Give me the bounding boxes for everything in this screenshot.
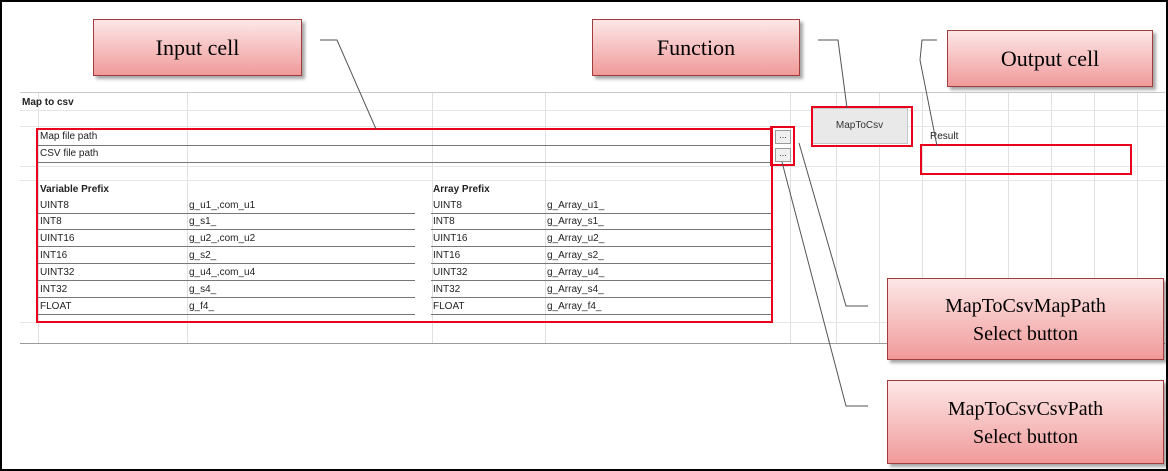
callout-input-cell: Input cell: [93, 19, 302, 76]
callout-csv-path-subtitle: Select button: [973, 426, 1078, 448]
callout-map-path-subtitle: Select button: [973, 323, 1078, 345]
callout-csv-path-select: MapToCsvCsvPath Select button: [887, 380, 1164, 464]
callout-map-path-title: MapToCsvMapPath: [945, 295, 1106, 317]
callout-function: Function: [592, 19, 800, 76]
callout-output-cell: Output cell: [947, 30, 1153, 87]
callout-map-path-select: MapToCsvMapPath Select button: [887, 278, 1164, 360]
callout-csv-path-title: MapToCsvCsvPath: [947, 398, 1104, 420]
